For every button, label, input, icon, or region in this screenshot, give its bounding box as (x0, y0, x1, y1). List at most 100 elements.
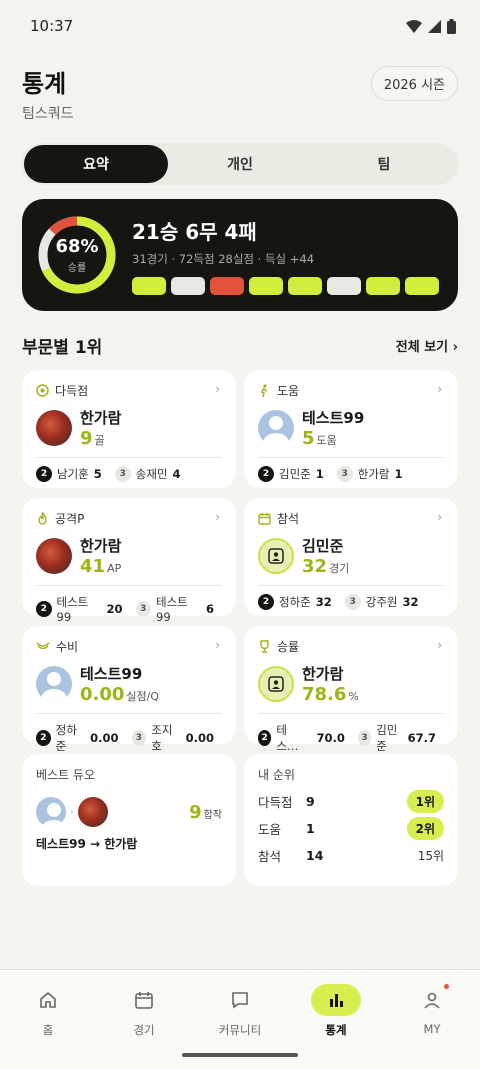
leader-name: 테스트99 (80, 665, 143, 683)
leader-card-attendance[interactable]: 참석 › 김민준 32 경기 2 정하준 32 3 강주원 32 (244, 498, 458, 616)
win-rate-ring: 68% 승률 (36, 214, 118, 296)
rank-2-badge: 2 (36, 601, 52, 617)
leader-unit: AP (107, 562, 122, 575)
leader-name: 김민준 (302, 537, 344, 555)
notification-dot (444, 984, 449, 989)
divider (36, 585, 222, 586)
leader-name: 테스트99 (302, 409, 365, 427)
avatar (258, 410, 294, 446)
my-rank-value: 1 (306, 820, 315, 836)
leader-card-assists[interactable]: 도움 › 테스트99 5 도움 2 김민준 1 3 한가람 1 (244, 370, 458, 488)
person-icon (424, 992, 440, 1009)
leader-card-defense[interactable]: 수비 › 테스트99 0.00 실점/Q 2 정하준 0.00 3 조지호 0.0… (22, 626, 236, 753)
status-icons (406, 18, 456, 34)
rank-3-value: 0.00 (185, 731, 214, 745)
my-rank-row: 도움 1 2위 (258, 816, 444, 840)
running-icon (260, 384, 268, 397)
card-title: 도움 (277, 384, 300, 398)
tab-summary[interactable]: 요약 (24, 145, 168, 183)
chevron-right-icon: › (437, 638, 442, 652)
avatar (258, 666, 294, 702)
team-name: 팀스쿼드 (22, 106, 74, 122)
runner-ups: 2 김민준 1 3 한가람 1 (258, 466, 444, 482)
chevron-right-icon: › (437, 510, 442, 524)
nav-my[interactable]: MY (384, 970, 480, 1069)
glove-icon (36, 642, 50, 650)
nav-matches[interactable]: 경기 (96, 970, 192, 1069)
runner-ups: 2 남기훈 5 3 송재민 4 (36, 466, 222, 482)
bar-chart-icon (330, 994, 343, 1007)
avatar (36, 410, 72, 446)
person-icon (268, 548, 284, 564)
my-rank-badge: 2위 (406, 816, 444, 840)
page-title: 통계 (22, 70, 67, 98)
form-chip (366, 276, 400, 295)
rank-3-name: 테스트99 (156, 595, 188, 624)
leader-card-attack-points[interactable]: 공격P › 한가람 41 AP 2 테스트99 20 3 테스트99 6 (22, 498, 236, 624)
rank-3-value: 4 (172, 467, 181, 481)
best-duo-card[interactable]: 베스트 듀오 › 9 합작 테스트99 → 한가람 (22, 754, 236, 886)
wifi-icon (406, 19, 422, 33)
form-chip (171, 276, 205, 295)
leader-card-win-rate[interactable]: 승률 › 한가람 78.6% 2 테스… 70.0 3 김민준 67.7 (244, 626, 458, 753)
leader-unit: 골 (94, 434, 105, 447)
avatar (77, 797, 108, 827)
my-rank-value: 14 (306, 847, 324, 863)
best-duo-title: 베스트 듀오 (36, 768, 96, 782)
leader-unit: % (348, 690, 359, 703)
leader-value: 41 (80, 556, 106, 577)
runner-ups: 2 정하준 32 3 강주원 32 (258, 594, 444, 610)
view-all-link[interactable]: 전체 보기 › (396, 336, 458, 355)
leader-value: 5 (302, 428, 315, 449)
rank-2-value: 0.00 (90, 731, 119, 745)
leader-unit: 실점/Q (126, 690, 160, 703)
avatar (258, 538, 294, 574)
calendar-icon (135, 992, 153, 1009)
runner-ups: 2 테스… 70.0 3 김민준 67.7 (258, 722, 444, 754)
category-leaders-header: 부문별 1위 전체 보기 › (22, 333, 458, 358)
leader-card-goals[interactable]: 다득점 › 한가람 9골 2 남기훈 5 3 송재민 4 (22, 370, 236, 488)
rank-3-name: 강주원 (365, 595, 398, 609)
nav-home[interactable]: 홈 (0, 970, 96, 1069)
chevron-right-icon: › (437, 382, 442, 396)
season-record: 21승 6무 4패 (132, 219, 257, 244)
rank-2-name: 남기훈 (57, 467, 89, 481)
my-rank-title: 내 순위 (258, 768, 295, 782)
rank-3-value: 6 (205, 602, 214, 616)
tab-team[interactable]: 팀 (312, 145, 456, 183)
form-chip (327, 276, 361, 295)
card-title: 참석 (277, 512, 300, 526)
card-title: 수비 (56, 640, 79, 654)
nav-stats[interactable]: 통계 (288, 970, 384, 1069)
rank-3-badge: 3 (357, 730, 372, 746)
rank-2-name: 테스… (276, 723, 299, 753)
my-rank-label: 참석 (258, 848, 282, 864)
tab-individual[interactable]: 개인 (168, 145, 312, 183)
season-record-detail: 31경기 · 72득점 28실점 · 득실 +44 (132, 251, 315, 266)
trophy-icon (260, 640, 269, 653)
leader-unit: 도움 (316, 434, 337, 447)
rank-3-badge: 3 (344, 594, 361, 610)
status-bar: 10:37 (0, 0, 480, 52)
rank-3-name: 송재민 (135, 467, 168, 481)
divider (258, 457, 444, 458)
calendar-icon (258, 513, 271, 525)
page-header: 통계 팀스쿼드 2026 시즌 (0, 52, 480, 123)
my-rank-badge: 1위 (406, 789, 444, 813)
my-rank-row: 다득점 9 1위 (258, 789, 444, 813)
form-chip (405, 276, 439, 295)
form-chip (288, 276, 322, 295)
my-rank-label: 다득점 (258, 794, 293, 810)
battery-icon (447, 18, 456, 34)
rank-2-value: 1 (315, 467, 324, 481)
section-title: 부문별 1위 (22, 338, 103, 358)
chevron-right-icon: › (215, 382, 220, 396)
rank-3-value: 1 (394, 467, 403, 481)
season-selector-button[interactable]: 2026 시즌 (370, 66, 458, 101)
rank-2-badge: 2 (258, 594, 274, 610)
my-rank-card[interactable]: 내 순위 다득점 9 1위 도움 1 2위 참석 14 15위 (244, 754, 458, 886)
nav-label: 경기 (133, 1023, 155, 1037)
rank-3-badge: 3 (135, 601, 152, 617)
rank-2-value: 70.0 (316, 731, 345, 745)
avatar (36, 797, 66, 827)
